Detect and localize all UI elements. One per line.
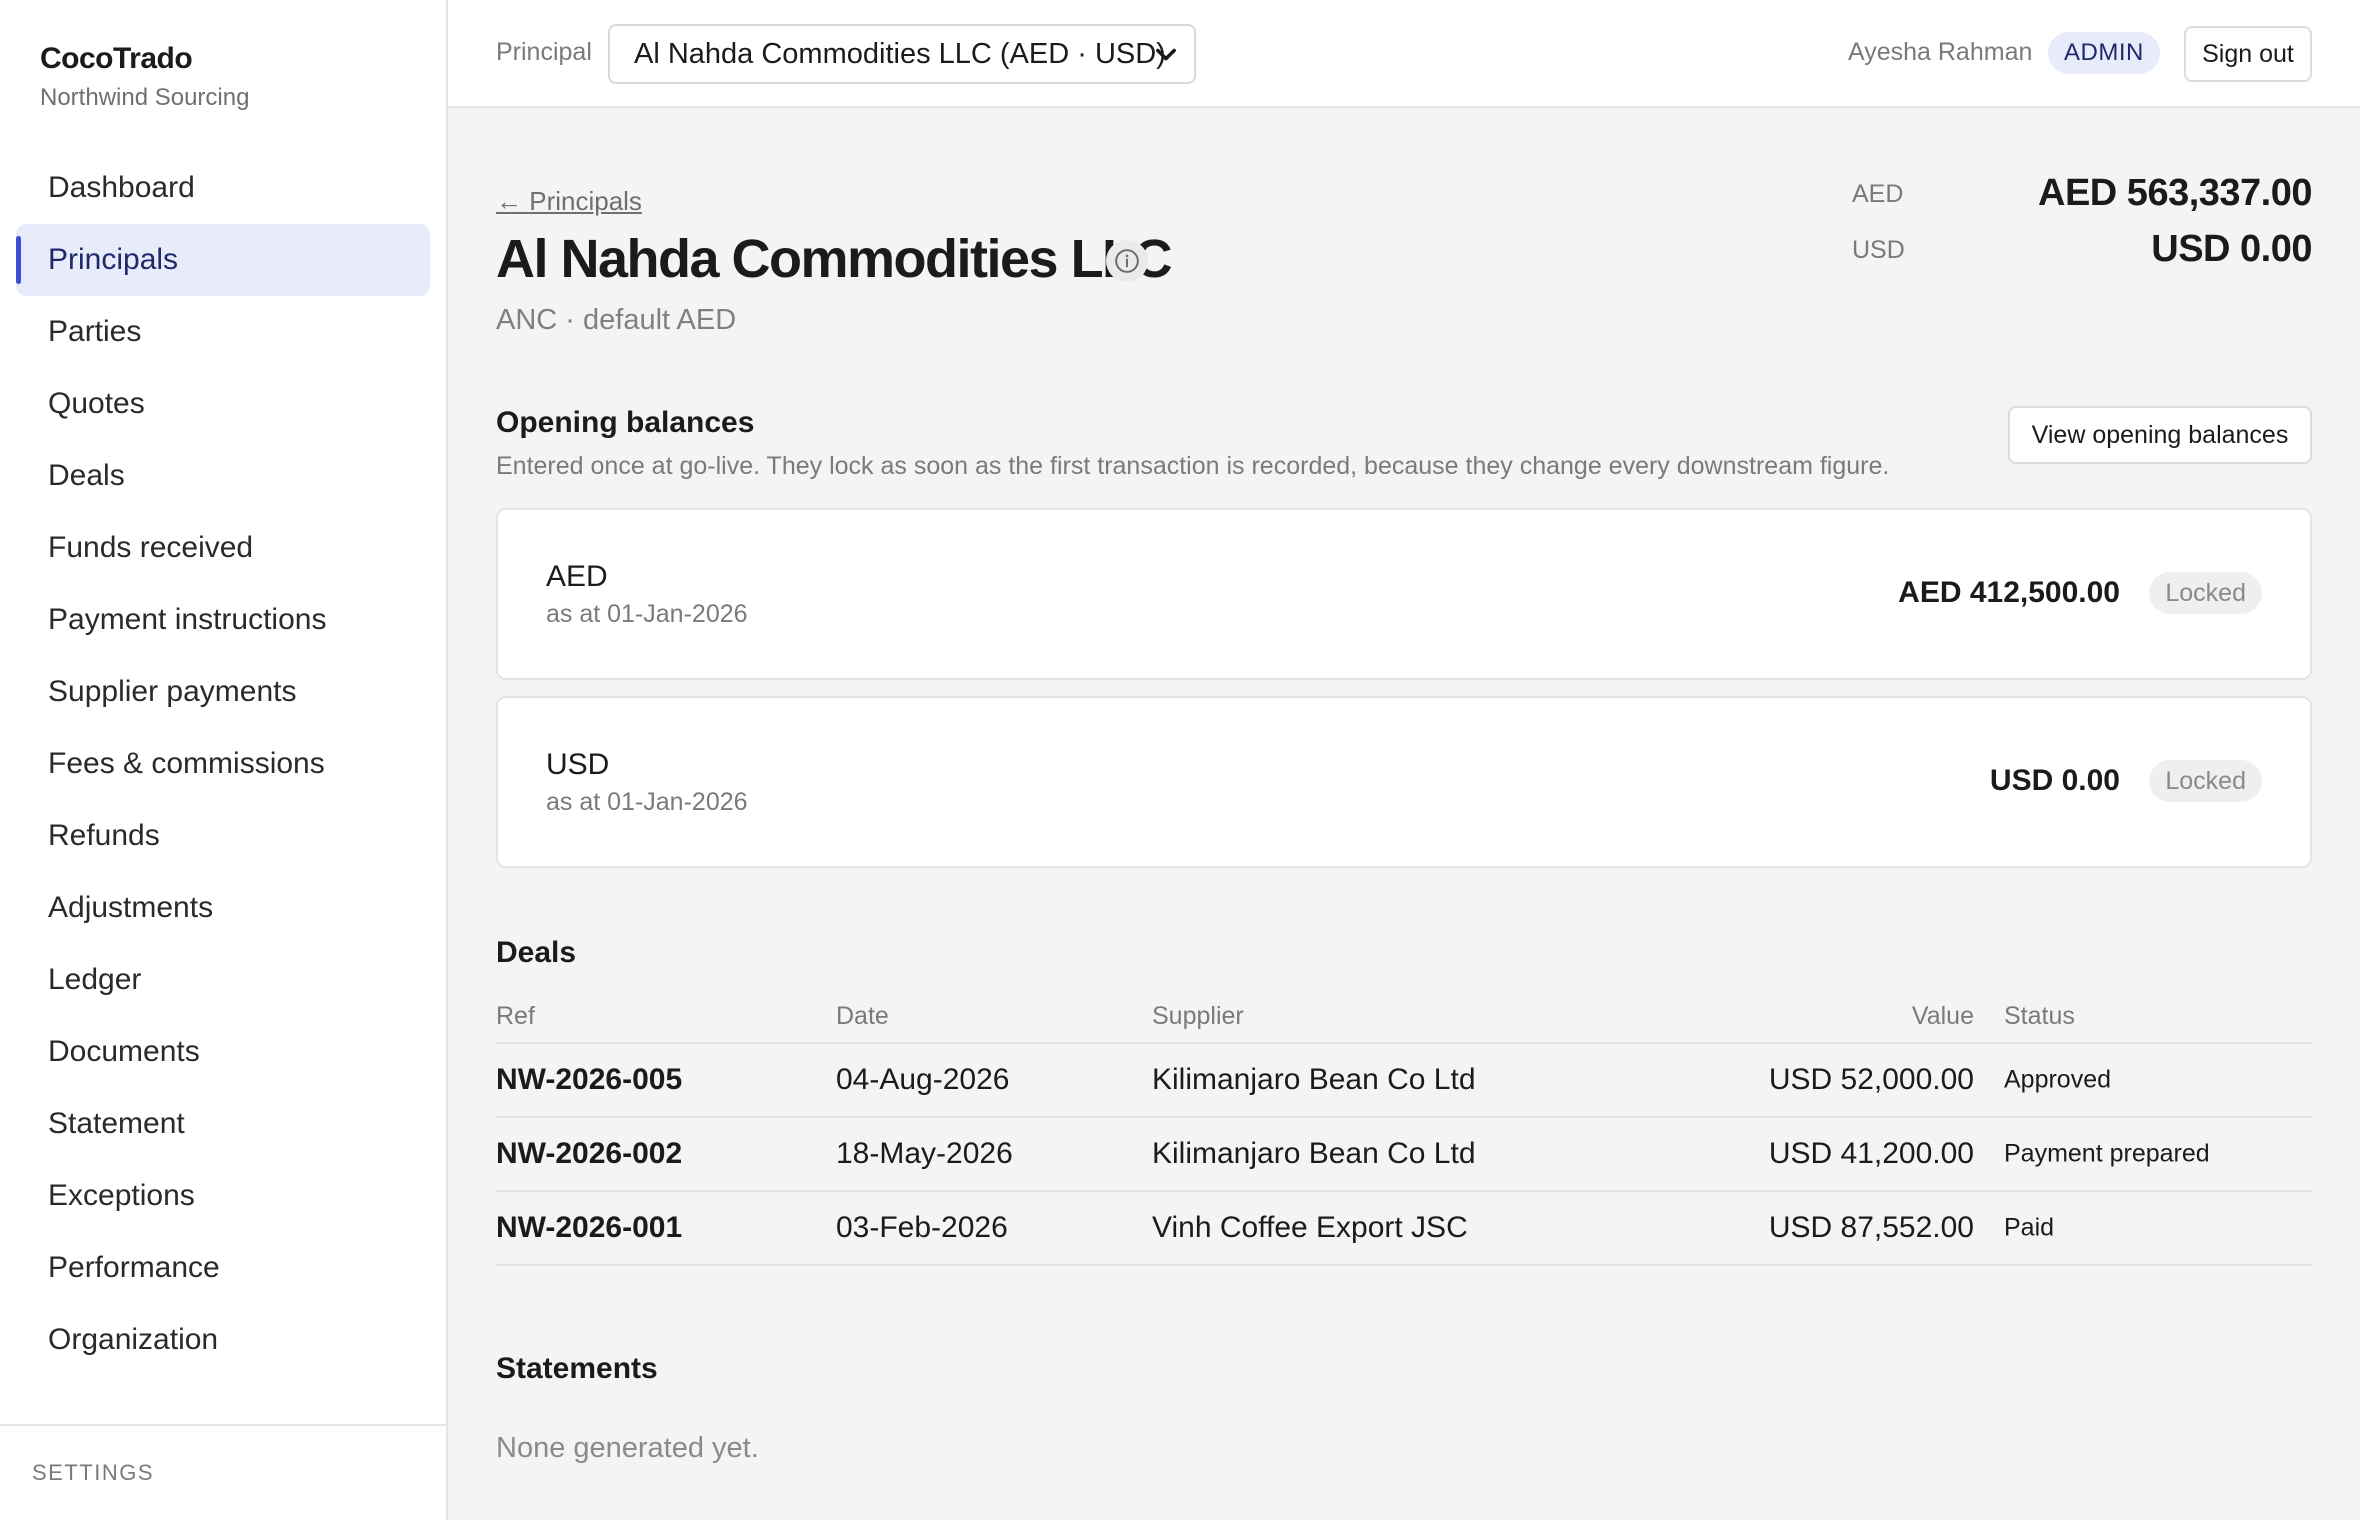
deal-ref-link[interactable]: NW-2026-001 — [496, 1211, 682, 1245]
statements-empty-state: None generated yet. — [496, 1432, 759, 1464]
user-name: Ayesha Rahman — [1848, 38, 2033, 66]
deals-table: Ref Date Supplier Value Status NW-2026-0… — [496, 988, 2312, 1266]
sidebar: CocoTrado Northwind Sourcing Dashboard P… — [0, 0, 448, 1520]
column-header-status: Status — [2004, 1002, 2075, 1030]
sidebar-item-deals[interactable]: Deals — [16, 440, 430, 512]
page-title: Al Nahda Commodities LLC — [496, 229, 1173, 289]
sidebar-item-supplier-payments[interactable]: Supplier payments — [16, 656, 430, 728]
table-row[interactable]: NW-2026-001 03-Feb-2026 Vinh Coffee Expo… — [496, 1192, 2312, 1266]
statements-heading: Statements — [496, 1352, 658, 1385]
sidebar-item-dashboard[interactable]: Dashboard — [16, 152, 430, 224]
balance-totals: AED AED 563,337.00 USD USD 0.00 — [1852, 168, 2312, 280]
role-badge: ADMIN — [2048, 32, 2160, 74]
table-row[interactable]: NW-2026-002 18-May-2026 Kilimanjaro Bean… — [496, 1118, 2312, 1192]
sidebar-item-payment-instructions[interactable]: Payment instructions — [16, 584, 430, 656]
deal-status: Approved — [2004, 1065, 2112, 1094]
app-name: CocoTrado — [40, 42, 193, 75]
deal-date: 18-May-2026 — [836, 1137, 1013, 1170]
total-amount: AED 563,337.00 — [2038, 172, 2312, 214]
total-row-usd: USD USD 0.00 — [1852, 224, 2312, 280]
table-row[interactable]: NW-2026-005 04-Aug-2026 Kilimanjaro Bean… — [496, 1044, 2312, 1118]
column-header-date: Date — [836, 1002, 889, 1030]
sidebar-settings-section: SETTINGS — [0, 1424, 446, 1486]
deal-ref-link[interactable]: NW-2026-002 — [496, 1137, 682, 1171]
back-to-principals-link[interactable]: ← Principals — [496, 186, 642, 217]
sidebar-item-performance[interactable]: Performance — [16, 1232, 430, 1304]
total-currency: USD — [1852, 236, 1905, 264]
column-header-value: Value — [1911, 1002, 1974, 1030]
opening-balances-description: Entered once at go-live. They lock as so… — [496, 452, 1890, 480]
deal-value: USD 41,200.00 — [1768, 1137, 1974, 1170]
deal-date: 04-Aug-2026 — [836, 1063, 1010, 1096]
locked-badge: Locked — [2149, 760, 2262, 802]
total-amount: USD 0.00 — [2151, 228, 2312, 270]
column-header-ref: Ref — [496, 1002, 535, 1030]
principal-code: ANC · default AED — [496, 304, 737, 336]
deal-supplier: Vinh Coffee Export JSC — [1152, 1211, 1468, 1244]
settings-heading: SETTINGS — [32, 1460, 155, 1485]
opening-balance-currency: AED — [546, 560, 608, 593]
total-row-aed: AED AED 563,337.00 — [1852, 168, 2312, 224]
sidebar-item-documents[interactable]: Documents — [16, 1016, 430, 1088]
opening-balance-card-usd: USD as at 01-Jan-2026 USD 0.00 Locked — [496, 696, 2312, 868]
sidebar-item-parties[interactable]: Parties — [16, 296, 430, 368]
locked-badge: Locked — [2149, 572, 2262, 614]
chevron-down-icon — [1152, 40, 1180, 76]
table-header: Ref Date Supplier Value Status — [496, 988, 2312, 1044]
deal-supplier: Kilimanjaro Bean Co Ltd — [1152, 1063, 1476, 1096]
sidebar-item-ledger[interactable]: Ledger — [16, 944, 430, 1016]
brand: CocoTrado Northwind Sourcing — [40, 42, 249, 112]
sign-out-button[interactable]: Sign out — [2184, 26, 2312, 82]
topbar: Principal Al Nahda Commodities LLC (AED … — [448, 0, 2360, 108]
sidebar-item-refunds[interactable]: Refunds — [16, 800, 430, 872]
principal-select-value: Al Nahda Commodities LLC (AED · USD) — [634, 37, 1166, 70]
opening-balance-amount: USD 0.00 — [1989, 764, 2120, 797]
info-icon[interactable] — [1106, 240, 1148, 282]
sidebar-item-adjustments[interactable]: Adjustments — [16, 872, 430, 944]
view-opening-balances-button[interactable]: View opening balances — [2008, 406, 2312, 464]
opening-balance-date: as at 01-Jan-2026 — [546, 788, 748, 816]
principal-label: Principal — [496, 38, 592, 66]
sidebar-item-exceptions[interactable]: Exceptions — [16, 1160, 430, 1232]
sidebar-nav: Dashboard Principals Parties Quotes Deal… — [16, 152, 430, 1376]
deal-status: Paid — [2004, 1213, 2055, 1242]
deal-value: USD 87,552.00 — [1768, 1211, 1974, 1244]
opening-balance-amount: AED 412,500.00 — [1898, 576, 2120, 609]
opening-balances-heading: Opening balances — [496, 406, 755, 439]
sidebar-item-organization[interactable]: Organization — [16, 1304, 430, 1376]
total-currency: AED — [1852, 180, 1904, 208]
principal-select[interactable]: Al Nahda Commodities LLC (AED · USD) — [608, 24, 1196, 84]
sidebar-item-statement[interactable]: Statement — [16, 1088, 430, 1160]
opening-balance-card-aed: AED as at 01-Jan-2026 AED 412,500.00 Loc… — [496, 508, 2312, 680]
sidebar-item-principals[interactable]: Principals — [16, 224, 430, 296]
sidebar-item-funds-received[interactable]: Funds received — [16, 512, 430, 584]
column-header-supplier: Supplier — [1152, 1002, 1244, 1030]
deal-supplier: Kilimanjaro Bean Co Ltd — [1152, 1137, 1476, 1170]
deals-heading: Deals — [496, 936, 577, 969]
org-name: Northwind Sourcing — [40, 84, 250, 111]
deal-ref-link[interactable]: NW-2026-005 — [496, 1063, 682, 1097]
deal-date: 03-Feb-2026 — [836, 1211, 1008, 1244]
deal-status: Payment prepared — [2004, 1139, 2210, 1168]
deal-value: USD 52,000.00 — [1768, 1063, 1974, 1096]
sidebar-item-fees-commissions[interactable]: Fees & commissions — [16, 728, 430, 800]
sidebar-item-quotes[interactable]: Quotes — [16, 368, 430, 440]
opening-balance-currency: USD — [546, 748, 610, 781]
opening-balance-date: as at 01-Jan-2026 — [546, 600, 748, 628]
